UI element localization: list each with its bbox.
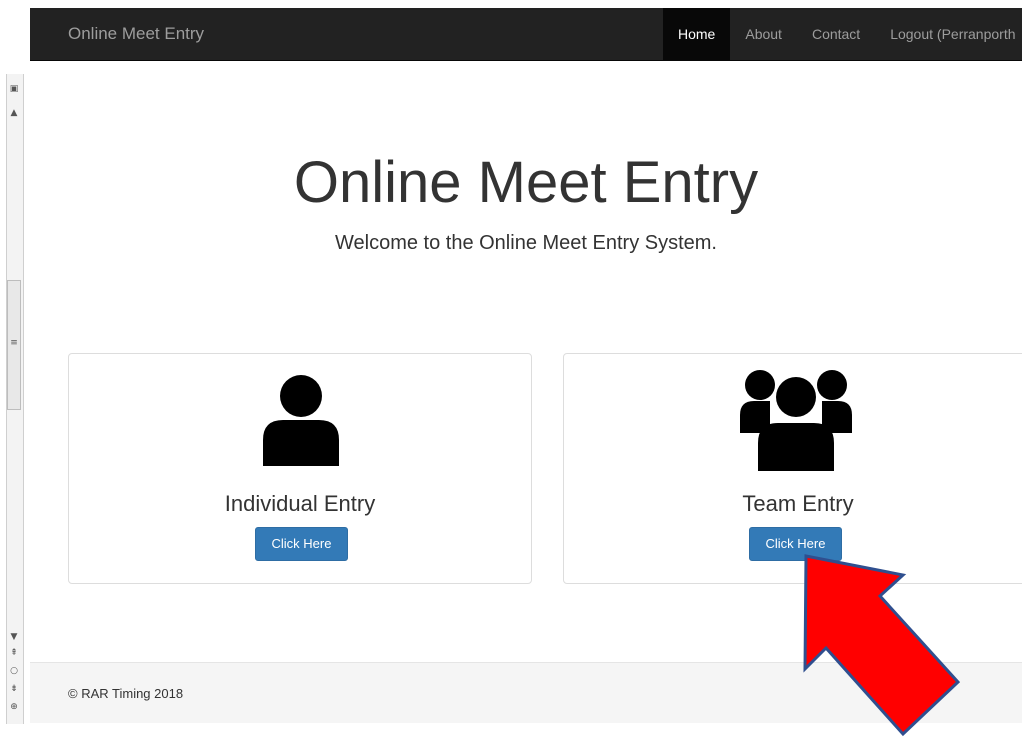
page-subtitle: Welcome to the Online Meet Entry System. [334,232,717,254]
nav-home[interactable]: Home [663,8,731,60]
user-icon [263,375,339,466]
grip-icon: ≡ [10,338,18,348]
team-entry-heading: Team Entry [742,491,854,516]
footer: © RAR Timing 2018 [30,662,1022,723]
team-entry-button[interactable]: Click Here [749,527,842,561]
individual-entry-heading: Individual Entry [224,491,376,516]
individual-entry-button[interactable]: Click Here [255,527,348,561]
scroll-up-icon[interactable]: ▲ [8,108,20,118]
scroll-down-icon[interactable]: ▼ [8,632,20,642]
nav-menu: Home About Contact Logout (Perranporth [663,8,1022,60]
users-icon [740,370,852,471]
nav-logout[interactable]: Logout (Perranporth [875,8,1022,60]
nav-contact[interactable]: Contact [797,8,875,60]
individual-entry-panel: Individual Entry Click Here [68,353,532,584]
left-scrollbar-strip[interactable]: ▣ ▲ ≡ ▼ ⇞ ○ ⇟ ⊕ [0,0,28,740]
team-entry-panel: Team Entry Click Here [563,353,1022,584]
page-icon[interactable]: ▣ [8,84,20,94]
nav-about[interactable]: About [730,8,797,60]
zoom-in-icon[interactable]: ⊕ [8,702,20,712]
footer-copyright: © RAR Timing 2018 [68,686,184,701]
navbar-brand[interactable]: Online Meet Entry [68,8,204,60]
previous-page-icon[interactable]: ⇞ [8,648,20,658]
navbar: Online Meet Entry Home About Contact Log… [30,8,1022,61]
browse-object-icon[interactable]: ○ [8,666,20,676]
next-page-icon[interactable]: ⇟ [8,684,20,694]
page-title: Online Meet Entry [293,150,759,215]
